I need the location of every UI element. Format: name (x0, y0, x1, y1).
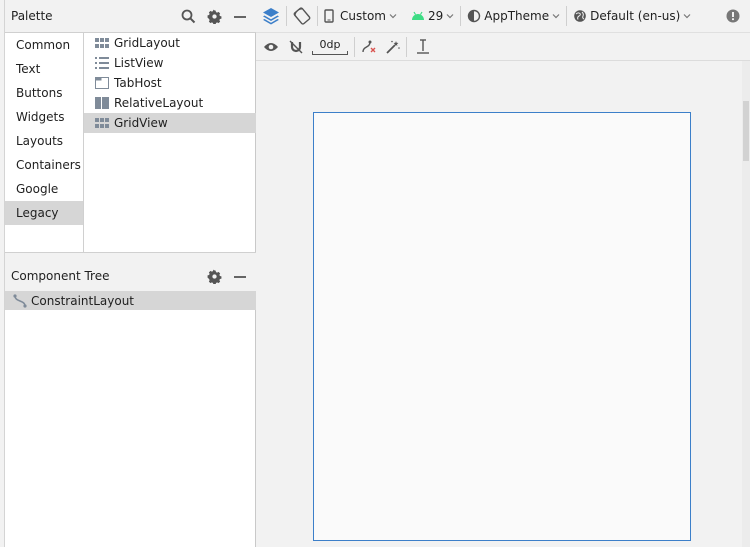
chevron-down-icon (552, 14, 560, 19)
chevron-down-icon (389, 14, 397, 19)
palette-items: GridLayout ListView TabHost RelativeLayo… (84, 33, 256, 252)
device-dropdown[interactable]: Custom (324, 0, 397, 33)
default-margin-field[interactable]: 0dp (312, 33, 348, 61)
locale-label: Default (en-us) (590, 9, 681, 23)
toolbar-separator (354, 36, 355, 57)
category-text[interactable]: Text (5, 57, 83, 81)
palette-item-label: ListView (114, 56, 164, 70)
left-panel: Palette Common Text Buttons Widgets Layo… (5, 0, 256, 547)
chevron-down-icon (446, 14, 454, 19)
warning-icon[interactable] (726, 0, 740, 33)
magic-wand-icon[interactable] (386, 33, 400, 61)
api-level-dropdown[interactable]: 29 (411, 0, 454, 33)
list-view-icon (95, 57, 109, 69)
globe-icon (574, 10, 586, 22)
category-layouts[interactable]: Layouts (5, 129, 83, 153)
tree-item-constraintlayout[interactable]: ConstraintLayout (5, 291, 256, 310)
category-widgets[interactable]: Widgets (5, 105, 83, 129)
tree-item-label: ConstraintLayout (31, 293, 135, 308)
margin-underline (312, 50, 348, 55)
tab-host-icon (95, 77, 109, 89)
device-preview-frame[interactable] (313, 112, 691, 541)
palette-item-label: GridView (114, 116, 168, 130)
orientation-icon[interactable] (293, 0, 311, 33)
android-icon (411, 11, 424, 20)
magnet-off-icon[interactable] (289, 33, 303, 61)
phone-icon (324, 9, 334, 23)
category-legacy[interactable]: Legacy (5, 201, 83, 225)
design-canvas[interactable] (256, 61, 750, 547)
eye-icon[interactable] (263, 33, 279, 61)
relative-layout-icon (95, 97, 109, 109)
vertical-scrollbar[interactable] (742, 61, 750, 547)
component-tree-title: Component Tree (11, 269, 110, 283)
minimize-icon[interactable] (232, 9, 248, 25)
palette-item-tabhost[interactable]: TabHost (84, 73, 256, 93)
baseline-guide-icon[interactable] (416, 33, 430, 61)
palette-title: Palette (11, 9, 53, 23)
palette-item-label: TabHost (114, 76, 162, 90)
gear-icon[interactable] (206, 269, 222, 285)
palette-categories: Common Text Buttons Widgets Layouts Cont… (5, 33, 84, 252)
panel-splitter[interactable] (5, 252, 256, 260)
toolbar-separator (566, 6, 568, 26)
device-label: Custom (340, 9, 386, 23)
palette-item-relativelayout[interactable]: RelativeLayout (84, 93, 256, 113)
theme-dropdown[interactable]: AppTheme (467, 0, 560, 33)
grid-layout-icon (95, 37, 109, 49)
clear-constraints-icon[interactable] (361, 33, 377, 61)
toolbar-separator (317, 6, 318, 26)
category-common[interactable]: Common (5, 33, 83, 57)
palette-item-label: RelativeLayout (114, 96, 204, 110)
category-containers[interactable]: Containers (5, 153, 83, 177)
constraint-layout-icon (13, 293, 27, 308)
component-tree-header: Component Tree (5, 260, 256, 293)
layers-icon[interactable] (262, 0, 280, 33)
category-buttons[interactable]: Buttons (5, 81, 83, 105)
locale-dropdown[interactable]: Default (en-us) (573, 0, 691, 33)
palette-header: Palette (5, 0, 256, 33)
grid-view-icon (95, 117, 109, 129)
chevron-down-icon (683, 14, 691, 19)
design-toolbar: Custom 29 AppTheme Default (en-us) (256, 0, 750, 33)
theme-label: AppTheme (484, 9, 550, 23)
toolbar-separator (286, 6, 287, 26)
minimize-icon[interactable] (232, 269, 248, 285)
toolbar-separator (406, 36, 407, 57)
toolbar-separator (460, 6, 462, 26)
category-google[interactable]: Google (5, 177, 83, 201)
search-icon[interactable] (180, 9, 196, 25)
default-margin-value: 0dp (319, 37, 341, 51)
scrollbar-thumb[interactable] (743, 101, 749, 161)
gear-icon[interactable] (206, 9, 222, 25)
constraint-toolbar: 0dp (256, 33, 750, 61)
palette-item-gridlayout[interactable]: GridLayout (84, 33, 256, 53)
palette-item-listview[interactable]: ListView (84, 53, 256, 73)
palette-item-gridview[interactable]: GridView (84, 113, 256, 133)
api-level-label: 29 (427, 9, 444, 23)
theme-icon (468, 9, 481, 23)
palette-item-label: GridLayout (114, 36, 180, 50)
